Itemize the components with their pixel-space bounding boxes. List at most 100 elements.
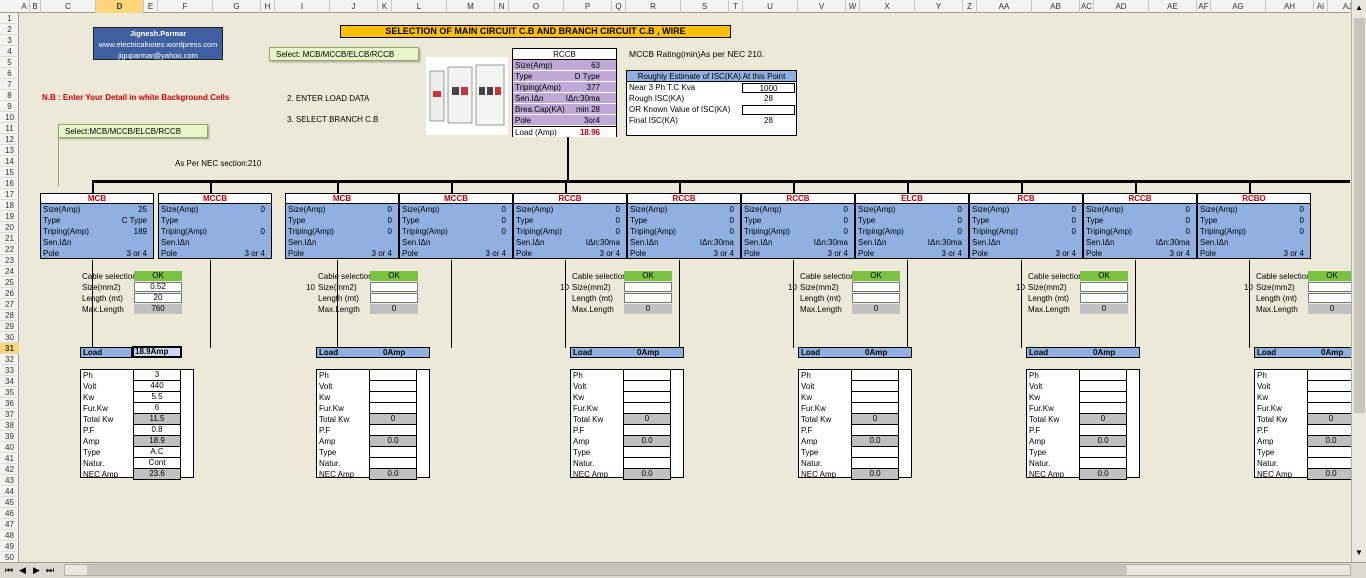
row-header-13[interactable]: 13 — [0, 145, 19, 156]
column-header-a[interactable]: A — [19, 0, 30, 13]
row-header-43[interactable]: 43 — [0, 475, 19, 486]
column-header-ad[interactable]: AD — [1094, 0, 1149, 13]
breaker-type-header[interactable]: RCCB — [513, 193, 627, 204]
column-header-r[interactable]: R — [626, 0, 681, 13]
column-header-z[interactable]: Z — [963, 0, 977, 13]
breaker-type-header[interactable]: RCCB — [1083, 193, 1197, 204]
row-header-31[interactable]: 31 — [0, 343, 19, 354]
column-header-n[interactable]: N — [495, 0, 509, 13]
column-header-q[interactable]: Q — [612, 0, 626, 13]
row-header-47[interactable]: 47 — [0, 519, 19, 530]
load-data-natur[interactable]: Cont — [133, 458, 181, 469]
breaker-type-header[interactable]: RCCB — [741, 193, 855, 204]
load-data-kw[interactable] — [1307, 392, 1355, 403]
column-header-o[interactable]: O — [509, 0, 564, 13]
column-header-y[interactable]: Y — [915, 0, 963, 13]
row-header-23[interactable]: 23 — [0, 255, 19, 266]
cable-size-input[interactable]: 0.52 — [134, 282, 182, 292]
load-data-ph[interactable] — [369, 370, 417, 381]
column-header-l[interactable]: L — [392, 0, 447, 13]
column-header-b[interactable]: B — [30, 0, 41, 13]
column-header-d[interactable]: D — [96, 0, 144, 13]
column-header-aa[interactable]: AA — [977, 0, 1032, 13]
column-header-k[interactable]: K — [378, 0, 392, 13]
column-header-v[interactable]: V — [798, 0, 846, 13]
row-header-16[interactable]: 16 — [0, 178, 19, 189]
load-data-pf[interactable] — [1307, 425, 1355, 436]
load-data-natur[interactable] — [369, 458, 417, 469]
row-header-20[interactable]: 20 — [0, 222, 19, 233]
row-header-19[interactable]: 19 — [0, 211, 19, 222]
load-data-dtype[interactable] — [369, 447, 417, 458]
cable-length-input[interactable] — [852, 293, 900, 303]
row-header-33[interactable]: 33 — [0, 365, 19, 376]
row-header-32[interactable]: 32 — [0, 354, 19, 365]
cable-size-input[interactable] — [852, 282, 900, 292]
row-header-49[interactable]: 49 — [0, 541, 19, 552]
load-data-ph[interactable] — [1079, 370, 1127, 381]
cable-length-input[interactable] — [1308, 293, 1356, 303]
load-data-kw[interactable] — [369, 392, 417, 403]
load-data-natur[interactable] — [851, 458, 899, 469]
column-header-bar[interactable]: A B C D E F G H I J K L M N O P Q R S T U V W X Y Z AA AB AC AD AE AF AG… — [0, 0, 1352, 13]
first-sheet-icon[interactable]: ⏮ — [5, 565, 13, 576]
row-header-30[interactable]: 30 — [0, 332, 19, 343]
breaker-type-header[interactable]: ELCB — [855, 193, 969, 204]
scroll-up-icon[interactable]: ▲ — [1355, 3, 1363, 12]
column-header-t[interactable]: T — [729, 0, 743, 13]
row-header-26[interactable]: 26 — [0, 288, 19, 299]
column-header-m[interactable]: M — [447, 0, 495, 13]
row-header-25[interactable]: 25 — [0, 277, 19, 288]
next-sheet-icon[interactable]: ▶ — [33, 565, 40, 576]
scroll-down-icon[interactable]: ▼ — [1355, 548, 1363, 557]
row-header-14[interactable]: 14 — [0, 156, 19, 167]
load-data-volt[interactable] — [369, 381, 417, 392]
breaker-type-header[interactable]: MCB — [285, 193, 399, 204]
row-header-38[interactable]: 38 — [0, 420, 19, 431]
horizontal-scroll-thumb[interactable] — [87, 565, 1127, 575]
load-data-kw[interactable]: 5.5 — [133, 392, 181, 403]
cable-length-input[interactable]: 20 — [134, 293, 182, 303]
row-header-48[interactable]: 48 — [0, 530, 19, 541]
load-data-volt[interactable] — [1307, 381, 1355, 392]
selected-load-cell[interactable]: 18.9Amp — [132, 346, 182, 358]
row-header-3[interactable]: 3 — [0, 35, 19, 46]
isc-input[interactable]: 1000 — [742, 83, 795, 93]
load-data-pf[interactable] — [1079, 425, 1127, 436]
row-header-4[interactable]: 4 — [0, 46, 19, 57]
column-header-j[interactable]: J — [330, 0, 378, 13]
load-data-ph[interactable]: 3 — [133, 370, 181, 381]
column-header-e[interactable]: E — [144, 0, 158, 13]
cable-size-input[interactable] — [370, 282, 418, 292]
breaker-type-header[interactable]: MCCB — [158, 193, 272, 204]
row-header-10[interactable]: 10 — [0, 112, 19, 123]
breaker-type-header[interactable]: RCBO — [1197, 193, 1311, 204]
breaker-type-header[interactable]: RCCB — [627, 193, 741, 204]
row-header-18[interactable]: 18 — [0, 200, 19, 211]
column-header-g[interactable]: G — [213, 0, 261, 13]
row-header-37[interactable]: 37 — [0, 409, 19, 420]
last-sheet-icon[interactable]: ⏭ — [46, 565, 54, 576]
row-header-29[interactable]: 29 — [0, 321, 19, 332]
row-header-34[interactable]: 34 — [0, 376, 19, 387]
column-header-x[interactable]: X — [860, 0, 915, 13]
breaker-type-header[interactable]: MCB — [40, 193, 154, 204]
row-header-5[interactable]: 5 — [0, 57, 19, 68]
row-header-12[interactable]: 12 — [0, 134, 19, 145]
row-header-44[interactable]: 44 — [0, 486, 19, 497]
isc-input[interactable] — [742, 105, 795, 115]
load-data-pf[interactable] — [369, 425, 417, 436]
load-data-furkw[interactable] — [369, 403, 417, 414]
row-header-bar[interactable]: 1 2 3 4 5 6 7 8 9 10 11 12 13 14 15 16 17 18 19 20 21 22 23 24 2… — [0, 13, 19, 563]
row-header-42[interactable]: 42 — [0, 464, 19, 475]
horizontal-scrollbar[interactable] — [64, 564, 1351, 576]
row-header-11[interactable]: 11 — [0, 123, 19, 134]
column-header-ag[interactable]: AG — [1211, 0, 1266, 13]
load-data-furkw[interactable]: 6 — [133, 403, 181, 414]
load-data-dtype[interactable] — [851, 447, 899, 458]
load-data-natur[interactable] — [1079, 458, 1127, 469]
vertical-scroll-thumb[interactable] — [1354, 18, 1365, 413]
row-header-24[interactable]: 24 — [0, 266, 19, 277]
column-header-ab[interactable]: AB — [1032, 0, 1080, 13]
column-header-ai[interactable]: AI — [1314, 0, 1328, 13]
